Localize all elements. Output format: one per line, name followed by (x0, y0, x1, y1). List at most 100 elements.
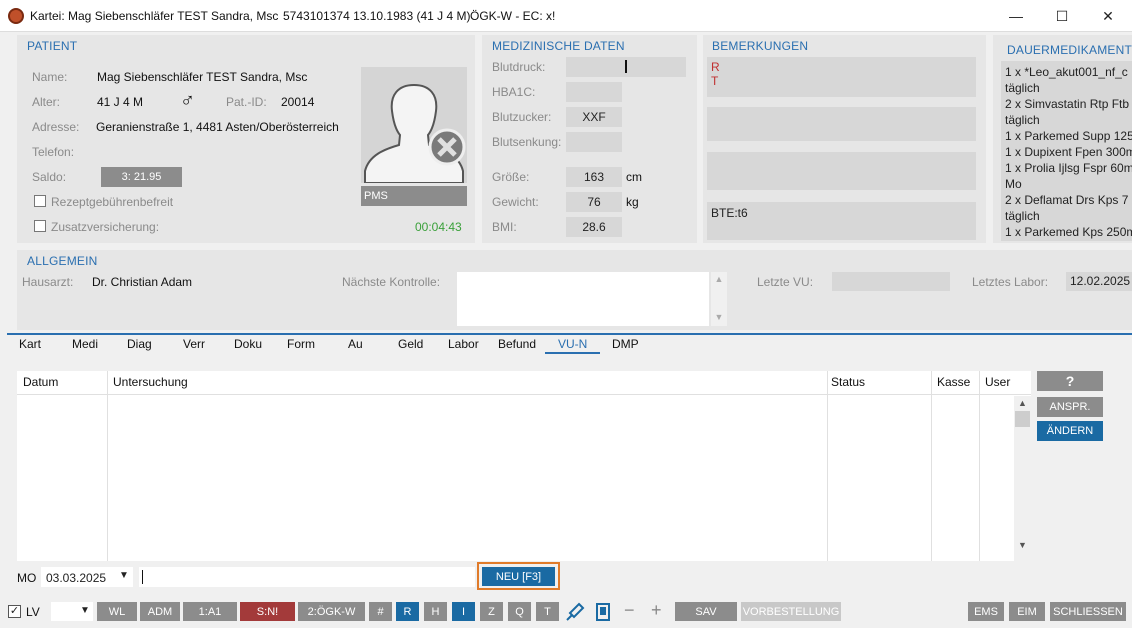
permmed-header: DAUERMEDIKAMENTE (1007, 43, 1132, 57)
sav-button[interactable]: SAV (675, 602, 737, 621)
tab-verr[interactable]: Verr (183, 337, 205, 351)
q-button[interactable]: Q (508, 602, 531, 621)
bsg-field[interactable] (566, 132, 622, 152)
remarks-field-4[interactable]: BTE:t6 (707, 202, 976, 240)
h-button[interactable]: H (424, 602, 447, 621)
plus-icon[interactable]: + (651, 600, 662, 621)
tab-geld[interactable]: Geld (398, 337, 423, 351)
ems-button[interactable]: EMS (968, 602, 1004, 621)
maximize-icon[interactable]: ☐ (1039, 0, 1085, 32)
bp-field[interactable] (566, 57, 686, 77)
tab-form[interactable]: Form (287, 337, 315, 351)
tab-doku[interactable]: Doku (234, 337, 262, 351)
col-status[interactable]: Status (831, 375, 865, 389)
next-control-scrollbar[interactable]: ▲ ▼ (711, 272, 727, 326)
height-field[interactable]: 163 (566, 167, 622, 187)
remark-t: T (711, 74, 719, 88)
gp-name: Dr. Christian Adam (92, 275, 193, 289)
a1-button[interactable]: 1:A1 (183, 602, 237, 621)
ogk-button[interactable]: 2:ÖGK-W (298, 602, 365, 621)
patient-age: 41 J 4 M (97, 95, 144, 109)
remarks-field-1[interactable]: R T (707, 57, 976, 97)
i-button[interactable]: I (452, 602, 475, 621)
sugar-field[interactable]: XXF (566, 107, 622, 127)
supplementary-insurance-checkbox[interactable] (34, 220, 46, 232)
patient-info: 5743101374 13.10.1983 (41 J 4 M) (283, 9, 471, 23)
t-button[interactable]: T (536, 602, 559, 621)
height-label: Größe: (492, 170, 530, 184)
date-dropdown[interactable]: 03.03.2025 ▼ (41, 567, 133, 587)
patient-name: Mag Siebenschläfer TEST Sandra, Msc (97, 70, 308, 84)
col-divider (827, 371, 828, 561)
next-control-field[interactable] (457, 272, 709, 326)
scroll-thumb[interactable] (1015, 411, 1030, 427)
clipboard-icon[interactable] (592, 601, 614, 623)
rx-exempt-label: Rezeptgebührenbefreit (51, 195, 174, 209)
sn-button[interactable]: S:N! (240, 602, 295, 621)
adm-button[interactable]: ADM (140, 602, 180, 621)
lv-dropdown[interactable]: ▼ (51, 602, 93, 621)
lv-label: LV (26, 605, 40, 619)
insurance-info: ÖGK-W - EC: x! (470, 9, 556, 23)
r-button[interactable]: R (396, 602, 419, 621)
supplementary-insurance-label: Zusatzversicherung: (51, 220, 160, 234)
close-icon[interactable]: ✕ (1085, 0, 1131, 32)
anspr-button[interactable]: ANSPR. (1037, 397, 1103, 417)
new-button[interactable]: NEU [F3] (482, 567, 555, 586)
help-button[interactable]: ? (1037, 371, 1103, 391)
tab-befund[interactable]: Befund (498, 337, 536, 351)
permmed-line: täglich (1005, 81, 1040, 95)
phone-label: Telefon: (32, 145, 75, 159)
tab-diag[interactable]: Diag (127, 337, 152, 351)
table-scrollbar[interactable]: ▲ ▼ (1014, 396, 1031, 561)
remarks-field-2[interactable] (707, 107, 976, 141)
tab-medi[interactable]: Medi (72, 337, 98, 351)
balance-button[interactable]: 3: 21.95 (101, 167, 182, 187)
tab-kart[interactable]: Kart (19, 337, 41, 351)
hba1c-field[interactable] (566, 82, 622, 102)
eim-button[interactable]: EIM (1009, 602, 1045, 621)
last-lab-field[interactable]: 12.02.2025 (1066, 272, 1132, 291)
permmed-list[interactable]: 1 x *Leo_akut001_nf_c täglich 2 x Simvasta… (1001, 61, 1132, 241)
window-title: Kartei: Mag Siebenschläfer TEST Sandra, … (30, 9, 279, 23)
syringe-icon[interactable] (564, 601, 586, 623)
hash-button[interactable]: # (369, 602, 392, 621)
col-untersuchung[interactable]: Untersuchung (113, 375, 188, 389)
weight-field[interactable]: 76 (566, 192, 622, 212)
col-datum[interactable]: Datum (23, 375, 58, 389)
close-button[interactable]: SCHLIESSEN (1050, 602, 1126, 621)
z-button[interactable]: Z (480, 602, 503, 621)
rx-exempt-checkbox[interactable] (34, 195, 46, 207)
col-kasse[interactable]: Kasse (937, 375, 970, 389)
patient-header: PATIENT (27, 39, 78, 53)
minimize-icon[interactable]: — (993, 0, 1039, 32)
wl-button[interactable]: WL (97, 602, 137, 621)
minus-icon[interactable]: − (624, 600, 635, 621)
tab-au[interactable]: Au (348, 337, 363, 351)
vorbestellung-button[interactable]: VORBESTELLUNG (741, 602, 841, 621)
tab-dmp[interactable]: DMP (612, 337, 639, 351)
tab-vu-n[interactable]: VU-N (558, 337, 587, 351)
lv-checkbox[interactable]: ✓ (8, 605, 21, 618)
general-header: ALLGEMEIN (27, 254, 98, 268)
aendern-button[interactable]: ÄNDERN (1037, 421, 1103, 441)
last-vu-field[interactable] (832, 272, 950, 291)
height-unit: cm (626, 170, 642, 184)
vu-table (17, 371, 1031, 561)
avatar[interactable] (361, 67, 467, 184)
app-icon (8, 8, 24, 24)
person-icon (364, 83, 466, 184)
remarks-header: BEMERKUNGEN (712, 39, 809, 53)
weight-unit: kg (626, 195, 639, 209)
table-header-line (17, 394, 1031, 395)
permmed-line: 1 x Parkemed Kps 250m (1005, 225, 1132, 239)
next-control-label: Nächste Kontrolle: (342, 275, 441, 289)
col-divider (107, 371, 108, 561)
medical-header: MEDIZINISCHE DATEN (492, 39, 625, 53)
entry-input[interactable] (139, 567, 475, 587)
pms-bar[interactable]: PMS (361, 186, 467, 206)
address-label: Adresse: (32, 120, 80, 134)
tab-labor[interactable]: Labor (448, 337, 479, 351)
remarks-field-3[interactable] (707, 152, 976, 190)
col-user[interactable]: User (985, 375, 1010, 389)
